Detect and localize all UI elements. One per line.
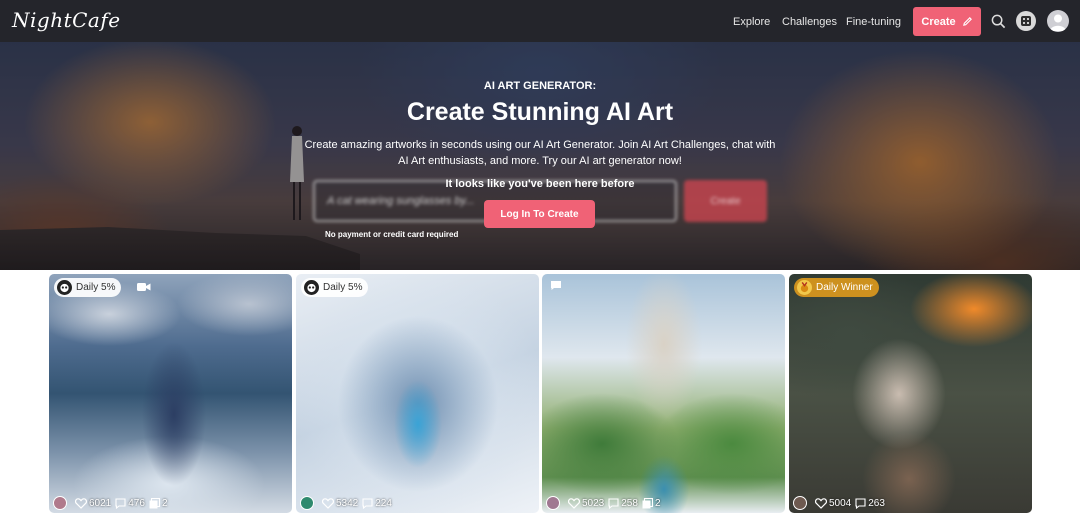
pencil-icon [962, 17, 972, 26]
gallery-card[interactable]: Daily 5% 5342 224 [296, 274, 539, 513]
hero-description: Create amazing artworks in seconds using… [304, 139, 776, 167]
login-to-create-button[interactable]: Log In To Create [484, 200, 595, 228]
create-button-label: Create [921, 15, 956, 28]
comments-count: 258 [621, 497, 638, 509]
daily-badge: Daily 5% [54, 278, 122, 297]
search-button[interactable] [989, 12, 1007, 30]
video-icon [137, 283, 151, 291]
likes-stat[interactable]: 5342 [322, 498, 358, 509]
random-button[interactable] [1016, 11, 1036, 31]
creator-avatar[interactable] [300, 496, 314, 510]
artwork-image [49, 274, 292, 513]
search-icon [991, 14, 1005, 28]
comment-icon [855, 497, 866, 509]
comment-icon [115, 497, 126, 509]
comments-count: 224 [375, 497, 392, 509]
images-icon [642, 497, 653, 508]
no-payment-note: No payment or credit card required [325, 230, 459, 239]
comments-stat[interactable]: 224 [362, 498, 392, 509]
panda-icon [304, 280, 319, 295]
images-stat: 2 [642, 497, 661, 509]
heart-icon [322, 497, 334, 509]
artwork-image [542, 274, 785, 513]
likes-count: 5023 [582, 497, 605, 509]
user-avatar-icon [1050, 14, 1066, 31]
likes-stat[interactable]: 5004 [815, 498, 851, 509]
hero-banner: AI ART GENERATOR: Create Stunning AI Art… [0, 42, 1080, 270]
creator-avatar[interactable] [53, 496, 67, 510]
card-stats: 5342 224 [300, 495, 392, 511]
likes-stat[interactable]: 6021 [75, 498, 111, 509]
card-stats: 5004 263 [793, 495, 885, 511]
daily-winner-badge: Daily Winner [794, 278, 879, 297]
gallery-card[interactable]: Daily 5% 6021 476 2 [49, 274, 292, 513]
card-stats: 6021 476 2 [53, 495, 168, 511]
medal-icon [797, 280, 812, 295]
badge-label: Daily Winner [816, 282, 873, 293]
hero-title: Create Stunning AI Art [406, 98, 674, 126]
likes-count: 5342 [336, 497, 359, 509]
heart-icon [815, 497, 827, 509]
nav-link-fine-tuning[interactable]: Fine-tuning [846, 16, 901, 28]
comments-stat[interactable]: 476 [115, 498, 145, 509]
hero-kicker: AI ART GENERATOR: [483, 80, 597, 92]
comments-count: 476 [128, 497, 145, 509]
images-icon [149, 497, 160, 508]
gallery-card[interactable]: 5023 258 2 [542, 274, 785, 513]
artwork-image [296, 274, 539, 513]
nav-link-challenges[interactable]: Challenges [782, 16, 837, 28]
prompt-placeholder: A cat wearing sunglasses by... [327, 195, 475, 207]
chat-bubble-icon [551, 281, 561, 290]
nightcafe-logo[interactable]: NightCafe [12, 8, 121, 32]
likes-count: 5004 [829, 497, 852, 509]
nav-link-explore[interactable]: Explore [733, 16, 770, 28]
images-count: 2 [654, 497, 661, 509]
returning-user-notice: It looks like you've been here before [445, 178, 635, 190]
comment-icon [608, 497, 619, 509]
card-stats: 5023 258 2 [546, 495, 661, 511]
top-navigation: NightCafe Explore Challenges Fine-tuning… [0, 0, 1080, 42]
creator-avatar[interactable] [793, 496, 807, 510]
likes-count: 6021 [89, 497, 112, 509]
images-stat: 2 [149, 497, 168, 509]
daily-badge: Daily 5% [301, 278, 369, 297]
comments-stat[interactable]: 263 [855, 498, 885, 509]
dice-icon [1021, 16, 1031, 26]
creator-avatar[interactable] [546, 496, 560, 510]
comment-icon [362, 497, 373, 509]
avatar[interactable] [1047, 10, 1069, 32]
create-button[interactable]: Create [913, 7, 981, 36]
likes-stat[interactable]: 5023 [568, 498, 604, 509]
gallery-card[interactable]: Daily Winner 5004 263 [789, 274, 1032, 513]
heart-icon [568, 497, 580, 509]
comments-count: 263 [868, 497, 885, 509]
heart-icon [75, 497, 87, 509]
badge-label: Daily 5% [76, 282, 116, 293]
comments-stat[interactable]: 258 [608, 498, 638, 509]
artwork-image [789, 274, 1032, 513]
badge-label: Daily 5% [323, 282, 363, 293]
images-count: 2 [161, 497, 168, 509]
panda-icon [57, 280, 72, 295]
